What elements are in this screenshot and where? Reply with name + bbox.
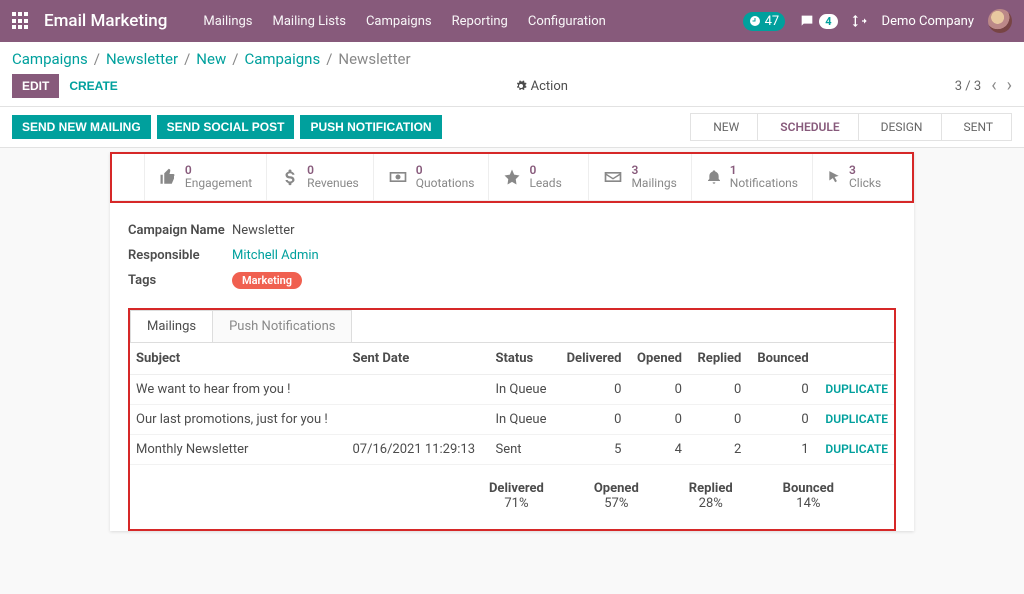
col-bounced: Bounced bbox=[747, 343, 814, 375]
gear-icon bbox=[515, 80, 527, 92]
stat-buttons-row: 0Engagement 0Revenues 0Quotations 0Leads… bbox=[110, 152, 914, 203]
summary-stat: Bounced14% bbox=[783, 481, 834, 511]
col-subject: Subject bbox=[130, 343, 346, 375]
stage-new[interactable]: NEW bbox=[690, 113, 758, 141]
crumb-newsletter[interactable]: Newsletter bbox=[106, 50, 178, 68]
thumbs-up-icon bbox=[159, 168, 177, 186]
summary-stat: Opened57% bbox=[594, 481, 639, 511]
menu-mailings[interactable]: Mailings bbox=[203, 14, 252, 29]
breadcrumb: Campaigns/ Newsletter/ New/ Campaigns/ N… bbox=[12, 50, 1012, 68]
pager-prev[interactable]: ‹ bbox=[991, 77, 996, 95]
duplicate-button[interactable]: DUPLICATE bbox=[825, 412, 888, 426]
envelope-icon bbox=[603, 170, 623, 184]
responsible-value[interactable]: Mitchell Admin bbox=[232, 248, 319, 263]
stage-bar: NEW SCHEDULE DESIGN SENT bbox=[690, 113, 1012, 141]
crumb-campaigns[interactable]: Campaigns bbox=[12, 50, 88, 68]
top-navbar: Email Marketing Mailings Mailing Lists C… bbox=[0, 0, 1024, 42]
edit-button[interactable]: EDIT bbox=[12, 74, 59, 98]
crumb-new[interactable]: New bbox=[196, 50, 226, 68]
money-icon bbox=[388, 170, 408, 184]
tab-push-notifications[interactable]: Push Notifications bbox=[212, 310, 352, 342]
col-delivered: Delivered bbox=[556, 343, 627, 375]
responsible-label: Responsible bbox=[128, 248, 232, 263]
stage-sent[interactable]: SENT bbox=[942, 113, 1013, 141]
stage-design[interactable]: DESIGN bbox=[859, 113, 942, 141]
send-new-mailing-button[interactable]: SEND NEW MAILING bbox=[12, 115, 151, 139]
push-notification-button[interactable]: PUSH NOTIFICATION bbox=[300, 115, 441, 139]
stat-leads[interactable]: 0Leads bbox=[488, 154, 588, 201]
crumb-campaigns-2[interactable]: Campaigns bbox=[244, 50, 320, 68]
campaign-name-label: Campaign Name bbox=[128, 223, 232, 238]
stat-notifications[interactable]: 1Notifications bbox=[691, 154, 812, 201]
stage-schedule[interactable]: SCHEDULE bbox=[758, 113, 858, 141]
company-name[interactable]: Demo Company bbox=[882, 14, 974, 29]
menu-reporting[interactable]: Reporting bbox=[452, 14, 508, 29]
duplicate-button[interactable]: DUPLICATE bbox=[825, 382, 888, 396]
star-icon bbox=[503, 168, 521, 186]
cursor-icon bbox=[827, 168, 841, 186]
stat-quotations[interactable]: 0Quotations bbox=[373, 154, 489, 201]
dollar-icon bbox=[281, 168, 299, 186]
col-sent-date: Sent Date bbox=[346, 343, 489, 375]
stat-engagement[interactable]: 0Engagement bbox=[144, 154, 266, 201]
menu-mailing-lists[interactable]: Mailing Lists bbox=[273, 14, 346, 29]
table-row[interactable]: Monthly Newsletter07/16/2021 11:29:13Sen… bbox=[130, 435, 894, 465]
send-social-post-button[interactable]: SEND SOCIAL POST bbox=[157, 115, 295, 139]
action-dropdown[interactable]: Action bbox=[515, 79, 568, 94]
app-brand: Email Marketing bbox=[44, 11, 167, 31]
bell-icon bbox=[706, 168, 722, 186]
menu-campaigns[interactable]: Campaigns bbox=[366, 14, 432, 29]
pager-next[interactable]: › bbox=[1007, 77, 1012, 95]
crumb-current: Newsletter bbox=[338, 50, 410, 68]
debug-icon[interactable] bbox=[852, 13, 868, 29]
table-row[interactable]: Our last promotions, just for you !In Qu… bbox=[130, 405, 894, 435]
activities-indicator[interactable]: 47 bbox=[743, 12, 786, 31]
stat-mailings[interactable]: 3Mailings bbox=[588, 154, 690, 201]
activities-count: 47 bbox=[765, 14, 780, 29]
duplicate-button[interactable]: DUPLICATE bbox=[825, 442, 888, 456]
table-row[interactable]: We want to hear from you !In Queue0000DU… bbox=[130, 375, 894, 405]
tab-mailings[interactable]: Mailings bbox=[130, 310, 213, 342]
main-menu: Mailings Mailing Lists Campaigns Reporti… bbox=[203, 14, 605, 29]
campaign-name-value: Newsletter bbox=[232, 223, 295, 238]
messaging-count: 4 bbox=[819, 14, 837, 29]
pager-text: 3 / 3 bbox=[955, 79, 981, 94]
col-opened: Opened bbox=[627, 343, 688, 375]
menu-configuration[interactable]: Configuration bbox=[528, 14, 606, 29]
tag-marketing[interactable]: Marketing bbox=[232, 272, 302, 289]
summary-stat: Replied28% bbox=[689, 481, 733, 511]
stat-clicks[interactable]: 3Clicks bbox=[812, 154, 912, 201]
stat-revenues[interactable]: 0Revenues bbox=[266, 154, 373, 201]
create-button[interactable]: CREATE bbox=[59, 74, 127, 98]
user-avatar[interactable] bbox=[988, 9, 1012, 33]
col-status: Status bbox=[489, 343, 556, 375]
apps-icon[interactable] bbox=[12, 12, 30, 30]
summary-stat: Delivered71% bbox=[489, 481, 544, 511]
col-replied: Replied bbox=[688, 343, 747, 375]
messaging-indicator[interactable]: 4 bbox=[799, 13, 837, 29]
tags-label: Tags bbox=[128, 273, 232, 288]
